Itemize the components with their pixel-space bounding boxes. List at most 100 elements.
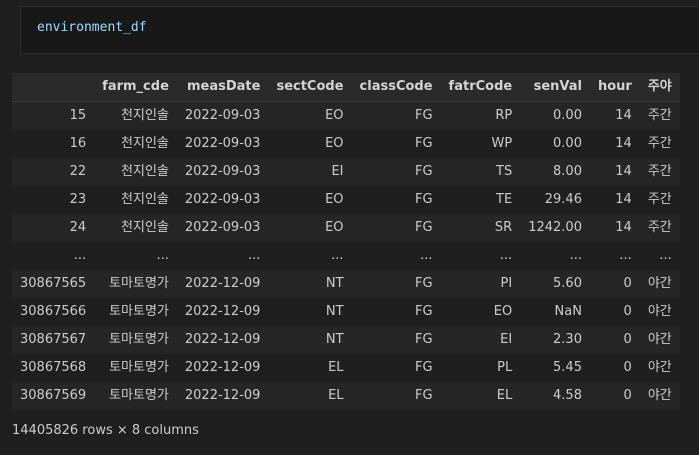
code-editor[interactable]: environment_df <box>20 6 699 54</box>
table-cell: 2022-09-03 <box>176 186 269 214</box>
table-cell: EL <box>440 382 521 410</box>
table-cell: 0 <box>589 382 640 410</box>
table-row: 15 천지인솔 2022-09-03 EO FG RP 0.00 14 주간 <box>12 101 680 130</box>
cell-output: farm_cde measDate sectCode classCode fatrCod… <box>12 73 692 410</box>
table-cell: NT <box>268 270 352 298</box>
row-index-cell: 30867566 <box>12 298 95 326</box>
table-cell: 토마토명가 <box>94 298 177 326</box>
row-index-cell: 30867569 <box>12 382 95 410</box>
column-header: hour <box>589 73 640 102</box>
column-header: classCode <box>351 73 441 102</box>
table-cell: 주간 <box>639 101 680 130</box>
table-cell: 야간 <box>639 270 680 298</box>
table-cell: 2022-09-03 <box>176 130 269 158</box>
table-cell: PI <box>440 270 521 298</box>
row-index-cell: 15 <box>12 101 95 130</box>
table-cell: 주간 <box>639 186 680 214</box>
table-cell: ... <box>440 242 521 270</box>
table-cell: TE <box>440 186 521 214</box>
table-cell: 천지인솔 <box>94 130 177 158</box>
table-cell: 2022-12-09 <box>176 354 269 382</box>
table-cell: EL <box>268 354 352 382</box>
table-cell: 14 <box>589 101 640 130</box>
table-cell: FG <box>351 354 441 382</box>
table-cell: FG <box>351 326 441 354</box>
row-index-cell: 24 <box>12 214 95 242</box>
table-cell: 토마토명가 <box>94 354 177 382</box>
table-row: 16 천지인솔 2022-09-03 EO FG WP 0.00 14 주간 <box>12 130 680 158</box>
table-cell: 2.30 <box>520 326 590 354</box>
row-index-cell: 23 <box>12 186 95 214</box>
table-cell: 천지인솔 <box>94 101 177 130</box>
table-cell: ... <box>351 242 441 270</box>
column-header: 주야 <box>639 73 680 102</box>
row-index-cell: 30867568 <box>12 354 95 382</box>
table-cell: 14 <box>589 186 640 214</box>
code-line[interactable]: environment_df <box>37 20 147 35</box>
table-cell: NaN <box>520 298 590 326</box>
index-header <box>12 73 95 102</box>
table-cell: 1242.00 <box>520 214 590 242</box>
table-cell: NT <box>268 298 352 326</box>
table-cell: 29.46 <box>520 186 590 214</box>
table-cell: ... <box>639 242 680 270</box>
table-cell: EO <box>268 101 352 130</box>
table-cell: FG <box>351 270 441 298</box>
table-cell: 5.60 <box>520 270 590 298</box>
table-row: ........................... <box>12 242 680 270</box>
column-header: farm_cde <box>94 73 177 102</box>
table-cell: EO <box>268 130 352 158</box>
table-cell: 토마토명가 <box>94 382 177 410</box>
table-cell: FG <box>351 214 441 242</box>
table-row: 30867568 토마토명가 2022-12-09 EL FG PL 5.45 0 야간 <box>12 354 680 382</box>
table-cell: EO <box>440 298 521 326</box>
table-cell: NT <box>268 326 352 354</box>
table-cell: 2022-12-09 <box>176 270 269 298</box>
table-cell: SR <box>440 214 521 242</box>
table-cell: 야간 <box>639 382 680 410</box>
table-row: 30867566 토마토명가 2022-12-09 NT FG EO NaN 0 야간 <box>12 298 680 326</box>
table-cell: 4.58 <box>520 382 590 410</box>
table-cell: 0 <box>589 354 640 382</box>
table-cell: RP <box>440 101 521 130</box>
table-row: 30867569 토마토명가 2022-12-09 EL FG EL 4.58 0 야간 <box>12 382 680 410</box>
table-cell: 토마토명가 <box>94 326 177 354</box>
column-header: sectCode <box>268 73 352 102</box>
table-cell: 14 <box>589 214 640 242</box>
table-cell: PL <box>440 354 521 382</box>
table-cell: 주간 <box>639 158 680 186</box>
table-cell: EI <box>440 326 521 354</box>
table-cell: ... <box>268 242 352 270</box>
table-cell: 0 <box>589 326 640 354</box>
table-cell: 토마토명가 <box>94 270 177 298</box>
table-cell: 야간 <box>639 326 680 354</box>
row-index-cell: 30867567 <box>12 326 95 354</box>
table-cell: ... <box>589 242 640 270</box>
table-cell: 2022-09-03 <box>176 214 269 242</box>
table-cell: 2022-09-03 <box>176 158 269 186</box>
table-cell: EO <box>268 214 352 242</box>
table-cell: 14 <box>589 130 640 158</box>
table-cell: ... <box>520 242 590 270</box>
table-cell: 2022-12-09 <box>176 382 269 410</box>
table-header-row: farm_cde measDate sectCode classCode fatrCod… <box>12 73 680 102</box>
code-cell: environment_df <box>0 0 699 62</box>
table-cell: WP <box>440 130 521 158</box>
table-cell: 야간 <box>639 354 680 382</box>
table-cell: 5.45 <box>520 354 590 382</box>
column-header: measDate <box>176 73 269 102</box>
table-cell: 2022-12-09 <box>176 298 269 326</box>
row-index-cell: 30867565 <box>12 270 95 298</box>
column-header: fatrCode <box>440 73 521 102</box>
table-row: 30867565 토마토명가 2022-12-09 NT FG PI 5.60 0 야간 <box>12 270 680 298</box>
column-header: senVal <box>520 73 590 102</box>
table-cell: TS <box>440 158 521 186</box>
table-cell: EO <box>268 186 352 214</box>
table-cell: EL <box>268 382 352 410</box>
table-row: 23 천지인솔 2022-09-03 EO FG TE 29.46 14 주간 <box>12 186 680 214</box>
table-cell: 천지인솔 <box>94 158 177 186</box>
table-cell: 주간 <box>639 214 680 242</box>
table-cell: ... <box>94 242 177 270</box>
table-cell: FG <box>351 130 441 158</box>
table-cell: 0.00 <box>520 130 590 158</box>
